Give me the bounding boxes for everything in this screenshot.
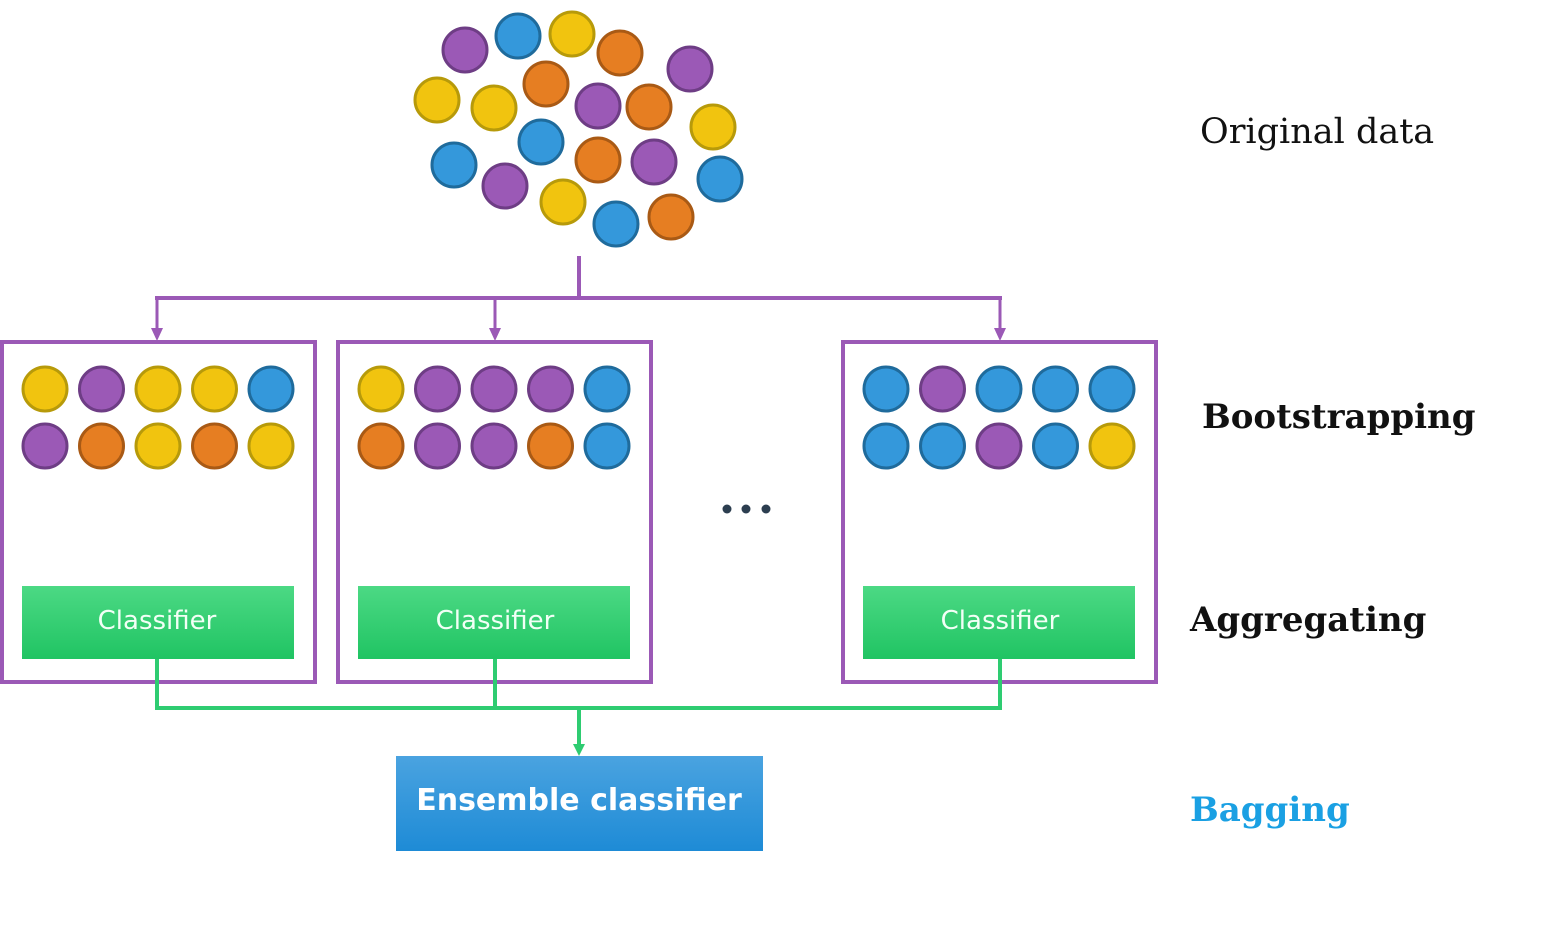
bootstrap-data-point [78,365,125,413]
bootstrap-data-point [1032,422,1079,470]
bootstrap-data-point [919,365,966,413]
bootstrap-data-point [191,422,238,470]
bootstrap-data-point [583,422,631,470]
bootstrap-sample-box: Classifier [336,340,653,684]
data-point [430,141,478,189]
bootstrap-data-point [862,422,910,470]
bootstrap-data-point [975,365,1023,413]
data-point [647,193,695,241]
bootstrap-data-point [470,422,518,470]
classifier-label: Classifier [941,606,1060,636]
data-point [517,118,565,166]
data-point [574,136,622,184]
data-point [539,178,587,226]
ensemble-classifier-label: Ensemble classifier [416,783,742,818]
bootstrap-data-point [1088,422,1136,470]
classifier-box: Classifier [22,586,294,659]
bootstrap-data-point [527,365,574,413]
bootstrap-data-point [21,365,69,413]
data-point [666,45,714,93]
arrow-down-icon [994,328,1006,341]
bootstrap-data-point [247,365,295,413]
data-point [625,83,673,131]
bootstrap-data-point [919,422,966,470]
data-point [470,84,518,132]
original-data-label: Original data [1200,112,1435,152]
bootstrap-data-point [414,365,461,413]
classifier-box: Classifier [863,586,1135,659]
bootstrap-data-point [357,422,405,470]
bootstrap-data-point [470,365,518,413]
data-point [548,10,596,58]
bootstrap-data-point [247,422,295,470]
bootstrap-sample-box: Classifier [0,340,317,684]
data-point [522,60,570,108]
ellipsis-dot [741,504,751,514]
data-point [413,76,461,124]
arrow-down-icon [573,744,585,756]
bootstrap-data-point [975,422,1023,470]
classifier-box: Classifier [358,586,630,659]
ellipsis-dot [761,504,771,514]
data-point [689,103,737,151]
bootstrap-data-point [357,365,405,413]
bootstrap-data-point [78,422,125,470]
bootstrap-data-point [414,422,461,470]
data-point [630,138,678,186]
bootstrap-sample-box: Classifier [841,340,1158,684]
arrow-down-icon [489,328,501,341]
bootstrap-data-point [862,365,910,413]
data-point [441,26,489,74]
aggregating-label: Aggregating [1190,600,1427,640]
ellipsis-icon [722,504,771,514]
data-point [596,29,644,77]
bootstrap-data-point [134,422,182,470]
data-point [494,12,542,60]
data-point [592,200,640,248]
ellipsis-dot [722,504,732,514]
ensemble-classifier-box: Ensemble classifier [396,756,763,851]
data-point [481,162,529,210]
bootstrapping-label: Bootstrapping [1202,397,1476,437]
data-point [696,155,744,203]
bootstrap-boxes: Classifier Classifier Classifier [0,340,1158,684]
original-data-cluster [413,10,744,248]
bootstrap-data-point [583,365,631,413]
split-connectors [151,256,1006,341]
bootstrap-data-point [1032,365,1079,413]
arrow-down-icon [151,328,163,341]
bootstrap-data-point [191,365,238,413]
bootstrap-data-point [21,422,69,470]
classifier-label: Classifier [436,606,555,636]
bootstrap-data-point [1088,365,1136,413]
bootstrap-data-point [134,365,182,413]
classifier-label: Classifier [98,606,217,636]
bootstrap-data-point [527,422,574,470]
data-point [574,82,622,130]
bagging-label: Bagging [1190,790,1350,830]
